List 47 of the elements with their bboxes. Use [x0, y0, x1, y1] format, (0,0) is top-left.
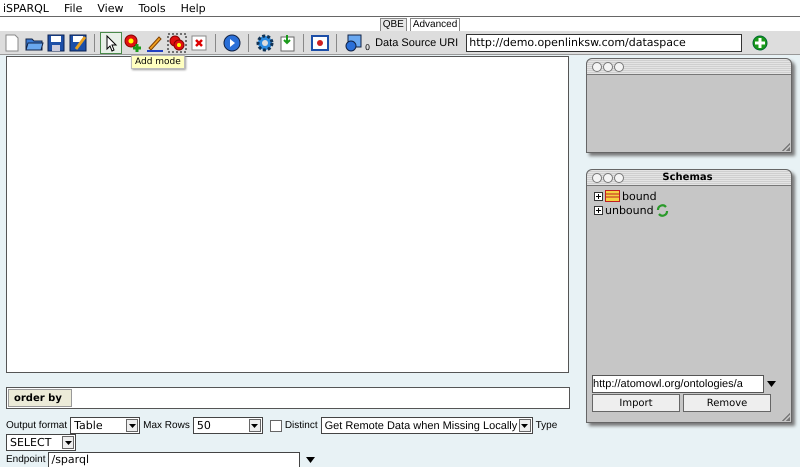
menu-item[interactable]: View: [90, 2, 132, 14]
select-field[interactable]: Table: [70, 417, 140, 434]
menu-item[interactable]: Tools: [131, 2, 174, 14]
tab[interactable]: Advanced: [410, 18, 460, 31]
option-label: Endpoint: [6, 454, 46, 465]
save-as-icon[interactable]: [68, 32, 88, 52]
tree-item[interactable]: unbound: [605, 204, 654, 216]
save-icon[interactable]: [46, 32, 66, 52]
tree-item[interactable]: bound: [622, 190, 657, 202]
dropdown-arrow-icon[interactable]: [767, 381, 776, 387]
order-by-button[interactable]: order by: [8, 389, 72, 407]
remove-button[interactable]: Remove: [683, 394, 771, 412]
dropdown-arrow-icon[interactable]: [306, 456, 316, 462]
run-icon[interactable]: [222, 32, 242, 52]
ontology-url-field[interactable]: http://atomowl.org/ontologies/a: [592, 375, 764, 393]
menu-item[interactable]: File: [56, 2, 90, 14]
data-source-icon[interactable]: [343, 32, 363, 52]
menu-item[interactable]: Help: [174, 2, 214, 14]
app-menu[interactable]: iSPARQL: [3, 2, 57, 14]
delete-icon[interactable]: [189, 32, 209, 52]
option-label: Max Rows: [143, 420, 190, 431]
select-field[interactable]: 50: [192, 417, 263, 434]
window-buttons-icon[interactable]: [592, 172, 624, 182]
window-buttons-icon[interactable]: [592, 62, 624, 72]
select-field[interactable]: Get Remote Data when Missing Locally: [320, 417, 533, 434]
panel-title: Schemas: [661, 172, 714, 183]
import-button[interactable]: Import: [592, 394, 680, 412]
select-field[interactable]: SELECT: [6, 434, 76, 451]
tab[interactable]: QBE: [380, 18, 407, 31]
endpoint-field[interactable]: /sparql: [48, 452, 300, 467]
pointer-icon[interactable]: [101, 32, 121, 52]
add-node-icon[interactable]: [123, 32, 143, 52]
option-label: Output format: [6, 420, 68, 431]
data-source-uri-field[interactable]: http://demo.openlinksw.com/dataspace: [466, 34, 742, 52]
expand-icon[interactable]: [594, 192, 603, 200]
window-icon[interactable]: [310, 32, 330, 52]
gear-icon[interactable]: [255, 32, 275, 52]
option-label: Distinct: [284, 420, 318, 431]
distinct-checkbox[interactable]: [270, 420, 282, 432]
add-icon[interactable]: [750, 32, 770, 52]
expand-icon[interactable]: [594, 206, 603, 214]
option-label: Type: [536, 420, 558, 431]
data-source-label: Data Source URI: [375, 36, 458, 48]
folder-icon: [605, 190, 620, 202]
tooltip: Add mode: [131, 55, 185, 69]
group-nodes-icon[interactable]: [167, 32, 187, 52]
data-source-count: 0: [365, 43, 370, 52]
